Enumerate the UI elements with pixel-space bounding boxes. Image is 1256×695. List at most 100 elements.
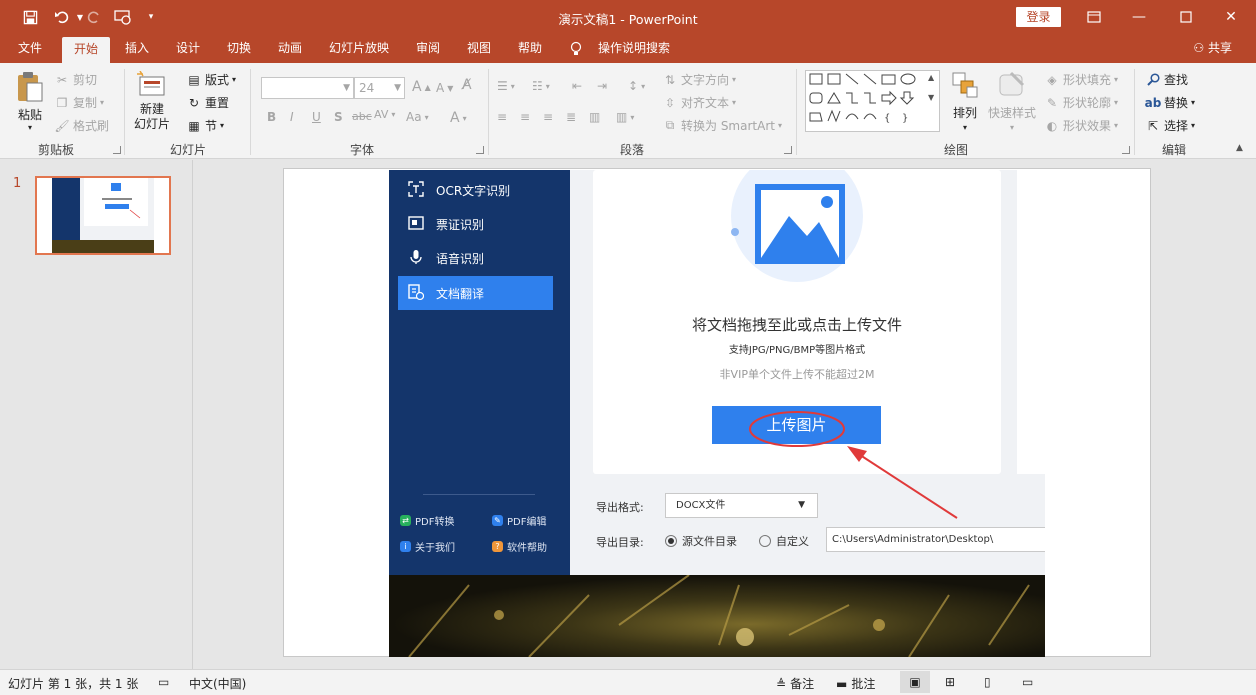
shape-effects-button[interactable]: ◐ 形状效果 ▾ (1044, 117, 1118, 134)
tab-help[interactable]: 帮助 (508, 34, 552, 63)
tab-home[interactable]: 开始 (62, 37, 110, 63)
smartart-icon: ⧉ (665, 118, 675, 132)
clear-formatting-icon[interactable]: A̸ (462, 77, 472, 93)
tell-me-search[interactable]: 操作说明搜索 (592, 34, 676, 63)
layout-button[interactable]: ▤ 版式 ▾ (186, 71, 236, 88)
tab-animations[interactable]: 动画 (268, 34, 312, 63)
arrange-button[interactable]: 排列 ▾ (951, 71, 979, 132)
normal-view-icon[interactable]: ▣ (900, 671, 930, 693)
reset-button[interactable]: ↻ 重置 (186, 94, 229, 111)
bold-button[interactable]: B (267, 110, 276, 124)
shape-outline-button[interactable]: ✎ 形状轮廓 ▾ (1044, 94, 1118, 111)
decrease-indent-icon[interactable]: ⇤ (572, 79, 582, 93)
share-button[interactable]: ⚇ 共享 (1193, 34, 1232, 63)
shadow-button[interactable]: S (334, 110, 343, 124)
clipboard-group-label: 剪贴板 (37, 143, 74, 157)
decrease-font-size-icon[interactable]: A ▼ (436, 81, 453, 95)
character-spacing-button[interactable]: AV ▾ (374, 108, 395, 121)
tab-slideshow[interactable]: 幻灯片放映 (323, 34, 395, 63)
shape-fill-label: 形状填充 (1063, 73, 1112, 87)
shape-fill-button[interactable]: ◈ 形状填充 ▾ (1044, 71, 1118, 88)
justify-icon[interactable]: ≣ (566, 110, 576, 124)
notes-button[interactable]: ≜ 备注 (776, 675, 814, 692)
clipboard-launcher-icon[interactable] (113, 146, 121, 154)
align-right-icon[interactable]: ≡ (543, 110, 553, 124)
gallery-scroll-down-icon[interactable]: ▼ (928, 93, 934, 102)
radio-custom-label: 自定义 (776, 535, 809, 548)
increase-font-size-icon[interactable]: A ▲ (412, 79, 431, 95)
tab-review[interactable]: 审阅 (406, 34, 450, 63)
new-slide-button[interactable]: 新建 幻灯片 (134, 70, 170, 132)
font-launcher-icon[interactable] (476, 146, 484, 154)
underline-button[interactable]: U (312, 110, 321, 124)
section-button[interactable]: ▦ 节 ▾ (186, 117, 224, 134)
drawing-launcher-icon[interactable] (1122, 146, 1130, 154)
replace-icon: ab (1144, 95, 1162, 110)
drawing-group-label: 绘图 (943, 143, 968, 157)
chevron-down-icon: ▼ (394, 83, 401, 93)
spellcheck-icon[interactable]: ▭ (158, 675, 169, 689)
find-button[interactable]: 查找 (1145, 71, 1188, 88)
ribbon: 粘贴 ▾ ✂ 剪切 ❐ 复制 ▾ 🖌 格式刷 剪贴板 新建 幻灯片 ▤ 版式 ▾ ↻ 重置 ▦… (0, 63, 1256, 159)
tab-insert[interactable]: 插入 (115, 34, 159, 63)
maximize-icon[interactable] (1175, 6, 1197, 28)
font-color-button[interactable]: A ▾ (450, 110, 467, 126)
ribbon-display-options-icon[interactable] (1083, 6, 1105, 28)
language-indicator[interactable]: 中文(中国) (189, 675, 246, 692)
new-slide-icon (136, 70, 168, 102)
comments-button[interactable]: ▬ 批注 (836, 675, 875, 692)
slideshow-view-icon[interactable]: ▭ (1022, 675, 1033, 689)
align-left-icon[interactable]: ≡ (497, 110, 507, 124)
align-text-button[interactable]: ⇳ 对齐文本 ▾ (662, 94, 736, 111)
select-button[interactable]: ⇱ 选择 ▾ (1145, 117, 1195, 134)
svg-text:}: } (902, 113, 908, 124)
ribbon-tab-bar: 文件 开始 插入 设计 切换 动画 幻灯片放映 审阅 视图 帮助 操作说明搜索 … (0, 34, 1256, 63)
close-icon[interactable]: ✕ (1220, 6, 1242, 28)
minimize-icon[interactable]: — (1128, 6, 1150, 28)
shapes-gallery[interactable]: {} (805, 70, 940, 132)
radio-custom-dir[interactable]: 自定义 (759, 533, 809, 549)
replace-button[interactable]: ab 替换 ▾ (1145, 94, 1195, 111)
change-case-button[interactable]: Aa ▾ (406, 110, 429, 124)
quick-styles-icon (997, 71, 1027, 102)
align-center-icon[interactable]: ≡ (520, 110, 530, 124)
reading-view-icon[interactable]: ▯ (984, 675, 991, 689)
slide-picture[interactable]: OCR文字识别 票证识别 语音识别 文档翻译 ⇄ PDF转换 ✎ PDF编辑 i 关于… (389, 170, 1045, 657)
radio-unselected-icon (759, 535, 771, 547)
slide-thumbnail[interactable] (35, 176, 171, 255)
export-format-select[interactable]: DOCX文件 ▼ (665, 493, 818, 518)
italic-button[interactable]: I (290, 110, 294, 124)
align-text-icon: ⇳ (664, 95, 676, 110)
cut-button[interactable]: ✂ 剪切 (54, 71, 97, 88)
text-direction-button[interactable]: ⇅ 文字方向 ▾ (662, 71, 736, 88)
slide-sorter-view-icon[interactable]: ⊞ (945, 675, 955, 689)
font-size-combo[interactable]: 24 ▼ (354, 77, 405, 99)
increase-indent-icon[interactable]: ⇥ (597, 79, 607, 93)
tab-transitions[interactable]: 切换 (217, 34, 261, 63)
format-painter-button[interactable]: 🖌 格式刷 (54, 117, 109, 134)
paragraph-launcher-icon[interactable] (784, 146, 792, 154)
bullets-icon[interactable]: ☰ ▾ (497, 79, 515, 93)
gallery-scroll-up-icon[interactable]: ▲ (928, 73, 934, 82)
paste-button[interactable]: 粘贴 ▾ (15, 71, 45, 132)
notes-label: 备注 (790, 677, 815, 691)
columns-icon[interactable]: ▥ ▾ (616, 110, 634, 124)
line-spacing-icon[interactable]: ↕ ▾ (628, 79, 645, 93)
login-button[interactable]: 登录 (1016, 7, 1061, 27)
distribute-icon[interactable]: ▥ (589, 110, 600, 124)
slide-info: 幻灯片 第 1 张，共 1 张 (8, 677, 139, 691)
convert-smartart-button[interactable]: ⧉ 转换为 SmartArt ▾ (662, 117, 782, 134)
text-direction-label: 文字方向 (681, 73, 730, 87)
align-text-label: 对齐文本 (681, 96, 730, 110)
collapse-ribbon-icon[interactable]: ▲ (1236, 143, 1243, 153)
quick-styles-button[interactable]: 快速样式 ▾ (988, 71, 1036, 132)
strikethrough-button[interactable]: abc (352, 110, 372, 123)
tab-file[interactable]: 文件 (8, 34, 52, 63)
tab-design[interactable]: 设计 (166, 34, 210, 63)
numbering-icon[interactable]: ☷ ▾ (532, 79, 550, 93)
radio-source-dir[interactable]: 源文件目录 (665, 533, 737, 549)
copy-button[interactable]: ❐ 复制 ▾ (54, 94, 104, 111)
tab-view[interactable]: 视图 (457, 34, 501, 63)
export-path-input[interactable]: C:\Users\Administrator\Desktop\ (826, 527, 1045, 552)
font-name-combo[interactable]: ▼ (261, 77, 354, 99)
